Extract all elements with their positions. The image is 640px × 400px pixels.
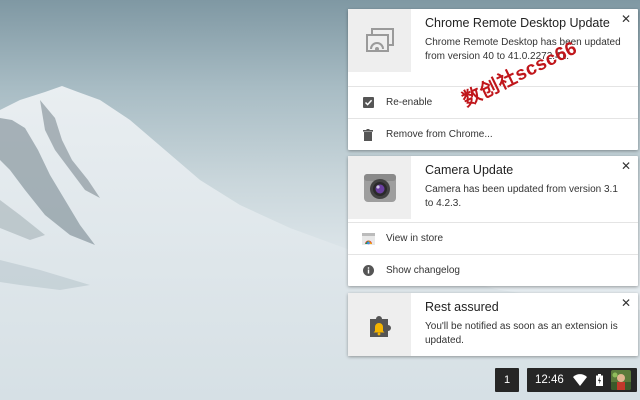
action-label: Re-enable (386, 97, 433, 108)
checkbox-icon (361, 96, 375, 110)
notification-title: Camera Update (425, 163, 514, 177)
notification-message: Camera has been updated from version 3.1… (425, 184, 618, 209)
webstore-icon (361, 232, 375, 246)
clock: 12:46 (535, 374, 564, 386)
notification-title: Chrome Remote Desktop Update (425, 16, 610, 30)
action-label: Remove from Chrome... (386, 129, 493, 140)
action-label: View in store (386, 233, 444, 244)
close-icon[interactable]: ✕ (620, 297, 632, 309)
remote-desktop-icon (348, 9, 411, 72)
extension-bell-icon (348, 293, 411, 356)
remove-from-chrome-button[interactable]: Remove from Chrome... (348, 118, 638, 150)
notification-title: Rest assured (425, 300, 499, 314)
action-label: Show changelog (386, 265, 460, 276)
close-icon[interactable]: ✕ (620, 13, 632, 25)
show-changelog-button[interactable]: Show changelog (348, 254, 638, 286)
close-icon[interactable]: ✕ (620, 160, 632, 172)
notification-card[interactable]: Camera Update Camera has been updated fr… (348, 156, 638, 286)
notification-card[interactable]: Rest assured You'll be notified as soon … (348, 293, 638, 356)
battery-icon (596, 374, 603, 386)
camera-icon (348, 156, 411, 219)
wifi-icon (573, 374, 587, 386)
notification-count-badge[interactable]: 1 (495, 368, 519, 392)
view-in-store-button[interactable]: View in store (348, 222, 638, 254)
status-tray[interactable]: 12:46 (527, 368, 637, 392)
trash-icon (361, 128, 375, 142)
info-icon (361, 264, 375, 278)
notification-message: You'll be notified as soon as an extensi… (425, 321, 618, 346)
avatar[interactable] (611, 370, 631, 390)
